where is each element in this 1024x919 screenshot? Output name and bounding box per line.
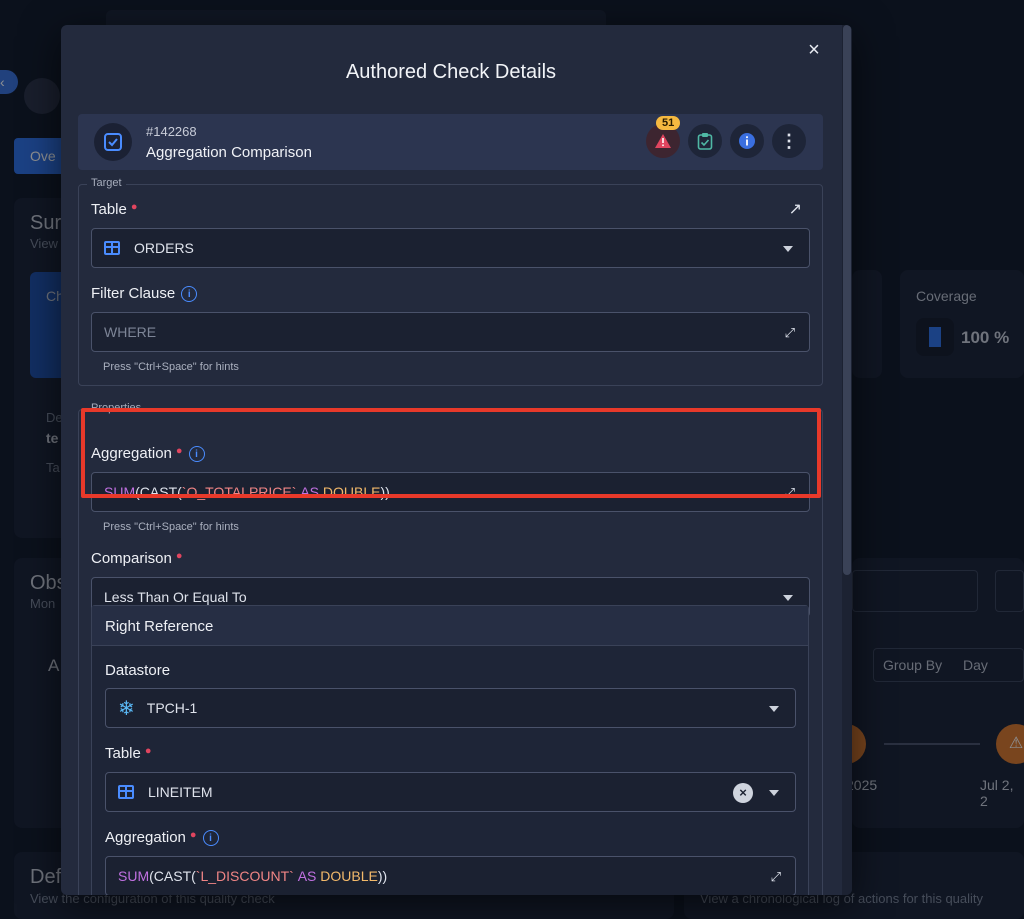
rr-agg-function: SUM bbox=[118, 868, 150, 884]
clear-icon[interactable]: × bbox=[733, 783, 753, 803]
table-select[interactable]: ORDERS bbox=[91, 228, 810, 268]
check-type-icon bbox=[94, 123, 132, 161]
filter-clause-placeholder: WHERE bbox=[104, 324, 157, 340]
authored-check-modal: Authored Check Details × #142268 Aggrega… bbox=[61, 25, 852, 895]
snowflake-icon: ❄ bbox=[118, 697, 135, 720]
rr-agg-as: AS bbox=[297, 868, 317, 884]
chevron-down-icon bbox=[769, 790, 779, 796]
aggregation-label: Aggregation ● i bbox=[91, 445, 205, 463]
table-icon bbox=[104, 241, 120, 255]
table-icon bbox=[118, 785, 134, 799]
right-reference-panel: Right Reference Datastore ❄ TPCH-1 Table… bbox=[91, 605, 809, 895]
expand-icon[interactable]: ⤢ bbox=[785, 485, 795, 501]
datastore-value: TPCH-1 bbox=[146, 700, 198, 716]
rr-aggregation-input[interactable]: SUM (CAST(`L_DISCOUNT` AS DOUBLE)) ⤢ bbox=[105, 856, 796, 895]
comparison-value: Less Than Or Equal To bbox=[104, 589, 247, 605]
agg-open: (CAST( bbox=[135, 484, 182, 500]
filter-clause-label: Filter Clause i bbox=[91, 285, 198, 303]
clipboard-check-button[interactable] bbox=[688, 124, 722, 158]
right-reference-header: Right Reference bbox=[92, 606, 808, 646]
rr-table-select[interactable]: LINEITEM × bbox=[105, 772, 796, 812]
modal-title: Authored Check Details bbox=[345, 61, 557, 83]
info-icon[interactable]: i bbox=[181, 286, 198, 303]
close-icon[interactable]: × bbox=[804, 40, 824, 60]
target-legend: Target bbox=[87, 177, 126, 189]
filter-hint: Press "Ctrl+Space" for hints bbox=[103, 361, 239, 373]
expand-icon[interactable]: ⤢ bbox=[785, 325, 795, 341]
datastore-label: Datastore bbox=[105, 662, 171, 679]
rr-table-value: LINEITEM bbox=[148, 784, 213, 800]
check-header: #142268 Aggregation Comparison 51 ⋮ bbox=[78, 114, 823, 170]
alert-triangle-icon bbox=[655, 134, 671, 148]
chevron-down-icon bbox=[783, 246, 793, 252]
info-button[interactable] bbox=[730, 124, 764, 158]
scrollbar-thumb[interactable] bbox=[843, 25, 851, 575]
right-reference-title: Right Reference bbox=[105, 618, 214, 635]
rr-agg-type: DOUBLE bbox=[320, 868, 378, 884]
agg-type: DOUBLE bbox=[322, 484, 381, 500]
info-icon bbox=[739, 133, 755, 149]
info-icon[interactable]: i bbox=[202, 830, 219, 847]
target-section: Target Table ● ↗ ORDERS Filter Clause i WH… bbox=[78, 177, 823, 386]
datastore-select[interactable]: ❄ TPCH-1 bbox=[105, 688, 796, 728]
agg-function: SUM bbox=[104, 484, 136, 500]
more-options-icon[interactable]: ⋮ bbox=[772, 124, 806, 158]
rr-aggregation-label: Aggregation ● i bbox=[105, 829, 219, 847]
check-name: Aggregation Comparison bbox=[146, 144, 312, 161]
agg-column: `O_TOTALPRICE` bbox=[181, 484, 297, 500]
rr-agg-close: )) bbox=[377, 868, 388, 884]
aggregation-input[interactable]: SUM (CAST(`O_TOTALPRICE` AS DOUBLE)) ⤢ bbox=[91, 472, 810, 512]
rr-agg-column: `L_DISCOUNT` bbox=[195, 868, 294, 884]
aggregation-hint: Press "Ctrl+Space" for hints bbox=[103, 521, 239, 533]
properties-legend: Properties bbox=[87, 402, 146, 414]
rr-agg-open: (CAST( bbox=[149, 868, 196, 884]
scrollbar[interactable] bbox=[842, 25, 852, 895]
open-link-icon[interactable]: ↗ bbox=[789, 199, 802, 219]
chevron-down-icon bbox=[783, 595, 793, 601]
agg-as: AS bbox=[300, 484, 319, 500]
filter-clause-input[interactable]: WHERE ⤢ bbox=[91, 312, 810, 352]
table-label: Table ● bbox=[91, 201, 138, 218]
rr-table-label: Table ● bbox=[105, 745, 152, 762]
anomalies-button[interactable]: 51 bbox=[646, 116, 681, 158]
clipboard-check-icon bbox=[697, 133, 713, 150]
comparison-label: Comparison ● bbox=[91, 550, 183, 567]
chevron-down-icon bbox=[769, 706, 779, 712]
check-id: #142268 bbox=[146, 124, 197, 139]
agg-close: )) bbox=[380, 484, 390, 500]
expand-icon[interactable]: ⤢ bbox=[771, 869, 781, 885]
info-icon[interactable]: i bbox=[188, 446, 205, 463]
table-select-value: ORDERS bbox=[134, 240, 194, 256]
anomaly-count-badge: 51 bbox=[656, 116, 681, 130]
